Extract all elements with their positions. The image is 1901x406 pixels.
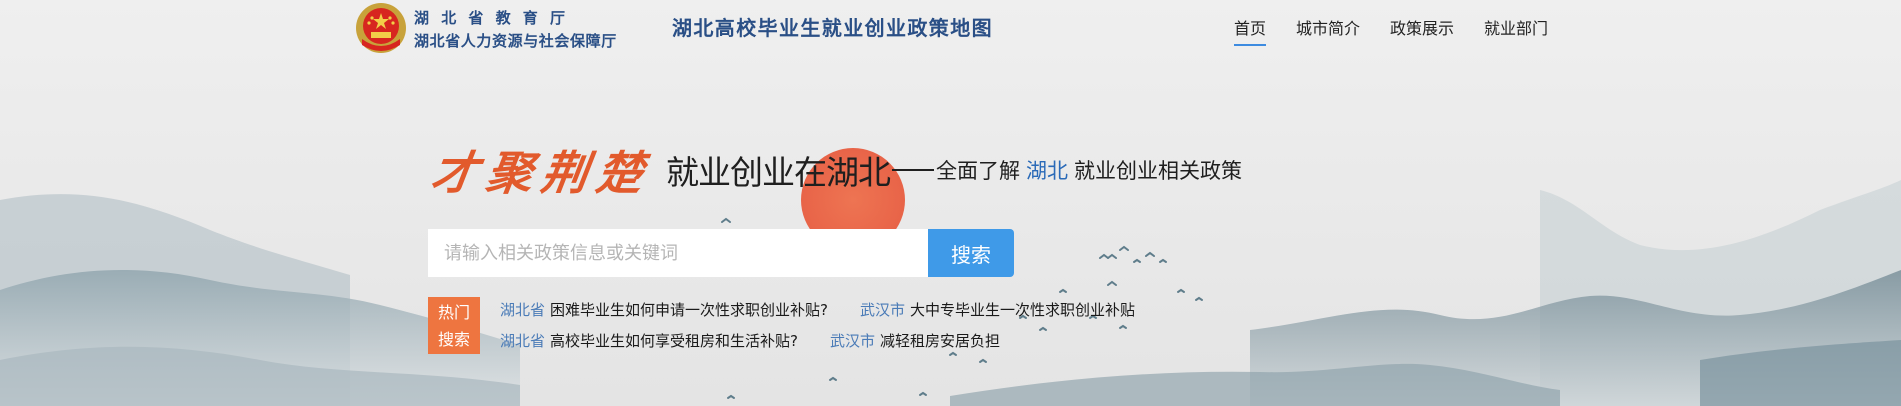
hot-item-region: 武汉市 bbox=[830, 332, 876, 350]
slogan-main: 就业创业在湖北 bbox=[666, 146, 891, 194]
nav-home[interactable]: 首页 bbox=[1234, 15, 1267, 46]
slogan-main-region: 湖北 bbox=[826, 153, 891, 192]
org-education-dept: 湖北省教育厅 bbox=[414, 9, 578, 27]
org-names: 湖北省教育厅 湖北省人力资源与社会保障厅 bbox=[414, 7, 617, 53]
hot-search-item[interactable]: 湖北省 困难毕业生如何申请一次性求职创业补贴? bbox=[500, 299, 828, 320]
slogan-sub-region: 湖北 bbox=[1026, 159, 1068, 183]
hot-search-item[interactable]: 武汉市 减轻租房安居负担 bbox=[830, 330, 1000, 351]
hot-item-region: 湖北省 bbox=[500, 332, 546, 350]
hot-item-text: 大中专毕业生一次性求职创业补贴 bbox=[910, 301, 1136, 319]
hot-badge-line1: 热门 bbox=[437, 302, 470, 322]
hot-item-region: 武汉市 bbox=[860, 301, 906, 319]
hot-search-item[interactable]: 湖北省 高校毕业生如何享受租房和生活补贴? bbox=[500, 330, 798, 351]
slogan-main-prefix: 就业创业在 bbox=[666, 153, 827, 192]
org-hr-dept: 湖北省人力资源与社会保障厅 bbox=[414, 32, 617, 50]
hot-item-region: 湖北省 bbox=[500, 301, 546, 319]
site-title: 湖北高校毕业生就业创业政策地图 bbox=[672, 16, 993, 40]
hot-search-item[interactable]: 武汉市 大中专毕业生一次性求职创业补贴 bbox=[860, 299, 1135, 320]
nav-city-intro[interactable]: 城市简介 bbox=[1296, 15, 1360, 46]
nav-employment-dept[interactable]: 就业部门 bbox=[1484, 15, 1548, 46]
hot-item-text: 高校毕业生如何享受租房和生活补贴? bbox=[550, 332, 798, 350]
hot-item-text: 减轻租房安居负担 bbox=[880, 332, 1001, 350]
search-bar: 搜索 bbox=[428, 229, 1014, 277]
search-button[interactable]: 搜索 bbox=[928, 229, 1014, 277]
site-header: 湖北省教育厅 湖北省人力资源与社会保障厅 湖北高校毕业生就业创业政策地图 首页 … bbox=[0, 0, 1901, 58]
search-input[interactable] bbox=[428, 229, 928, 277]
hot-search-badge: 热门 搜索 bbox=[428, 297, 480, 354]
slogan-dash bbox=[892, 169, 934, 171]
national-emblem-icon bbox=[356, 3, 406, 53]
slogan-sub: 全面了解 湖北 就业创业相关政策 bbox=[936, 155, 1242, 185]
slogan-sub-prefix: 全面了解 bbox=[936, 159, 1020, 183]
nav-policy-display[interactable]: 政策展示 bbox=[1390, 15, 1454, 46]
hot-item-text: 困难毕业生如何申请一次性求职创业补贴? bbox=[550, 301, 828, 319]
hot-badge-line2: 搜索 bbox=[437, 329, 470, 349]
calligraphy-logo: 才聚荆楚 bbox=[427, 146, 656, 200]
slogan-sub-suffix: 就业创业相关政策 bbox=[1074, 159, 1242, 183]
hero-slogan: 才聚荆楚 就业创业在湖北 全面了解 湖北 就业创业相关政策 bbox=[428, 140, 1242, 200]
main-nav: 首页 城市简介 政策展示 就业部门 bbox=[1234, 15, 1548, 46]
